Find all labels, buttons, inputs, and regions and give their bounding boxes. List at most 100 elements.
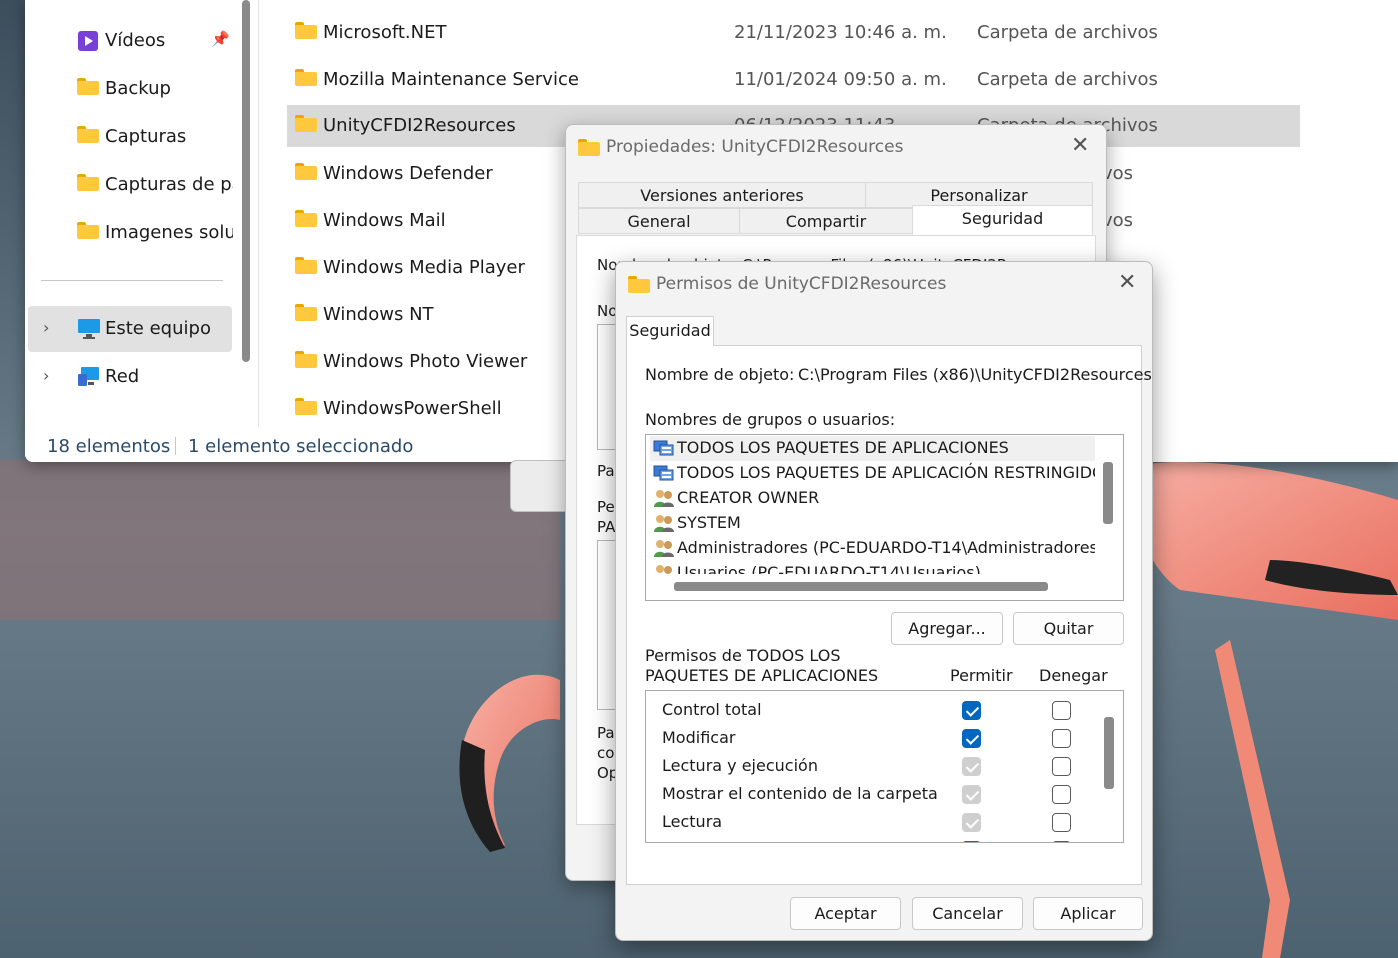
file-name: Windows Media Player: [323, 257, 525, 278]
deny-checkbox[interactable]: [1052, 841, 1071, 842]
allow-checkbox[interactable]: [962, 785, 981, 804]
nav-item-red[interactable]: › Red: [28, 354, 233, 400]
users-horizontal-scrollbar[interactable]: [674, 582, 1048, 591]
tab-compartir[interactable]: Compartir: [739, 208, 913, 234]
file-name: WindowsPowerShell: [323, 398, 502, 419]
allow-checkbox[interactable]: [962, 813, 981, 832]
permissions-list[interactable]: Control total Modificar Lectura y ejecuc…: [645, 690, 1124, 843]
status-separator: [175, 437, 176, 455]
computer-icon: [77, 318, 101, 340]
folder-icon: [295, 304, 317, 326]
user-name: SYSTEM: [677, 513, 741, 532]
nav-divider: [41, 280, 223, 281]
allow-checkbox[interactable]: [962, 729, 981, 748]
nav-item-capturas[interactable]: Capturas: [28, 114, 233, 160]
close-icon[interactable]: ✕: [1118, 270, 1136, 295]
allow-checkbox[interactable]: [962, 757, 981, 776]
nav-item-label: Capturas de pan: [105, 174, 233, 195]
permissions-scrollbar[interactable]: [1104, 717, 1114, 789]
chevron-right-icon[interactable]: ›: [43, 318, 49, 337]
permissions-label: Permisos de TODOS LOS: [645, 646, 841, 665]
file-name: Mozilla Maintenance Service: [323, 69, 579, 90]
label-fragment: PA: [597, 518, 616, 536]
nav-item-imagenes-solucion[interactable]: Imagenes soluci: [28, 210, 233, 256]
permission-name: Control total: [662, 700, 762, 719]
label-fragment: Pe: [597, 498, 615, 516]
user-name: CREATOR OWNER: [677, 488, 820, 507]
tab-versiones-anteriores[interactable]: Versiones anteriores: [578, 182, 866, 208]
allow-column-header: Permitir: [950, 666, 1013, 685]
file-date: 21/11/2023 10:46 a. m.: [734, 22, 947, 43]
folder-icon: [77, 78, 101, 100]
file-date: 11/01/2024 09:50 a. m.: [734, 69, 947, 90]
allow-checkbox[interactable]: [962, 701, 981, 720]
deny-column-header: Denegar: [1039, 666, 1108, 685]
close-icon[interactable]: ✕: [1071, 133, 1089, 158]
cancel-button[interactable]: Cancelar: [912, 897, 1023, 930]
deny-checkbox[interactable]: [1052, 757, 1071, 776]
videos-icon: [77, 30, 101, 52]
add-button[interactable]: Agregar...: [891, 612, 1003, 645]
nav-item-label: Imagenes soluci: [105, 222, 233, 243]
users-vertical-scrollbar[interactable]: [1103, 462, 1113, 524]
user-row[interactable]: Usuarios (PC-EDUARDO-T14\Usuarios): [650, 561, 1095, 574]
label-fragment: Pa: [597, 462, 615, 480]
folder-icon: [295, 210, 317, 232]
label-fragment: co: [597, 744, 615, 762]
permission-row: Control total: [646, 695, 1096, 723]
tab-general[interactable]: General: [578, 208, 740, 234]
nav-item-este-equipo[interactable]: › Este equipo: [28, 306, 232, 352]
permission-name: Mostrar el contenido de la carpeta: [662, 784, 938, 803]
deny-checkbox[interactable]: [1052, 813, 1071, 832]
users-icon: [653, 564, 675, 574]
groups-users-label: Nombres de grupos o usuarios:: [645, 410, 896, 429]
permission-name: Modificar: [662, 728, 736, 747]
permission-row: [646, 835, 1096, 842]
folder-icon: [295, 398, 317, 420]
folder-icon: [295, 115, 317, 137]
nav-item-capturas-de-pantalla[interactable]: Capturas de pan: [28, 162, 233, 208]
nav-scrollbar[interactable]: [242, 0, 250, 362]
dialog-title: Propiedades: UnityCFDI2Resources: [606, 137, 904, 157]
ok-button[interactable]: Aceptar: [790, 897, 901, 930]
deny-checkbox[interactable]: [1052, 785, 1071, 804]
allow-checkbox[interactable]: [962, 841, 981, 842]
nav-item-label: Este equipo: [105, 318, 211, 339]
user-row-selected[interactable]: TODOS LOS PAQUETES DE APLICACIONES: [650, 436, 1095, 461]
permissions-dialog: Permisos de UnityCFDI2Resources ✕ Seguri…: [615, 261, 1153, 941]
file-row[interactable]: Microsoft.NET 21/11/2023 10:46 a. m. Car…: [287, 12, 1300, 54]
users-icon: [653, 514, 675, 533]
file-row[interactable]: Mozilla Maintenance Service 11/01/2024 0…: [287, 59, 1300, 101]
file-name: Microsoft.NET: [323, 22, 447, 43]
dialog-title: Permisos de UnityCFDI2Resources: [656, 274, 947, 294]
chevron-right-icon[interactable]: ›: [43, 366, 49, 385]
folder-icon: [295, 257, 317, 279]
tab-seguridad[interactable]: Seguridad: [626, 316, 714, 346]
permissions-label: PAQUETES DE APLICACIONES: [645, 666, 879, 685]
user-row[interactable]: SYSTEM: [650, 511, 1095, 536]
nav-item-videos[interactable]: Vídeos 📌: [28, 18, 233, 64]
nav-item-label: Red: [105, 366, 140, 387]
nav-item-label: Capturas: [105, 126, 187, 147]
folder-icon: [578, 139, 600, 160]
permission-name: Lectura: [662, 812, 723, 831]
user-name: Administradores (PC-EDUARDO-T14\Administ…: [677, 538, 1095, 557]
nav-item-label: Backup: [105, 78, 171, 99]
user-row[interactable]: CREATOR OWNER: [650, 486, 1095, 511]
object-name-label: Nombre de objeto:: [645, 365, 795, 384]
remove-button[interactable]: Quitar: [1013, 612, 1124, 645]
user-row[interactable]: TODOS LOS PAQUETES DE APLICACIÓN RESTRIN…: [650, 461, 1095, 486]
user-row[interactable]: Administradores (PC-EDUARDO-T14\Administ…: [650, 536, 1095, 561]
file-name: Windows Mail: [323, 210, 446, 231]
permission-row: Lectura y ejecución: [646, 751, 1096, 779]
tab-seguridad[interactable]: Seguridad: [912, 205, 1093, 235]
users-list[interactable]: TODOS LOS PAQUETES DE APLICACIONES TODOS…: [645, 434, 1124, 601]
pin-icon[interactable]: 📌: [211, 30, 230, 48]
app-package-icon: [653, 464, 675, 483]
nav-item-backup[interactable]: Backup: [28, 66, 233, 112]
deny-checkbox[interactable]: [1052, 729, 1071, 748]
permission-row: Lectura: [646, 807, 1096, 835]
apply-button[interactable]: Aplicar: [1033, 897, 1143, 930]
deny-checkbox[interactable]: [1052, 701, 1071, 720]
users-icon: [653, 489, 675, 508]
